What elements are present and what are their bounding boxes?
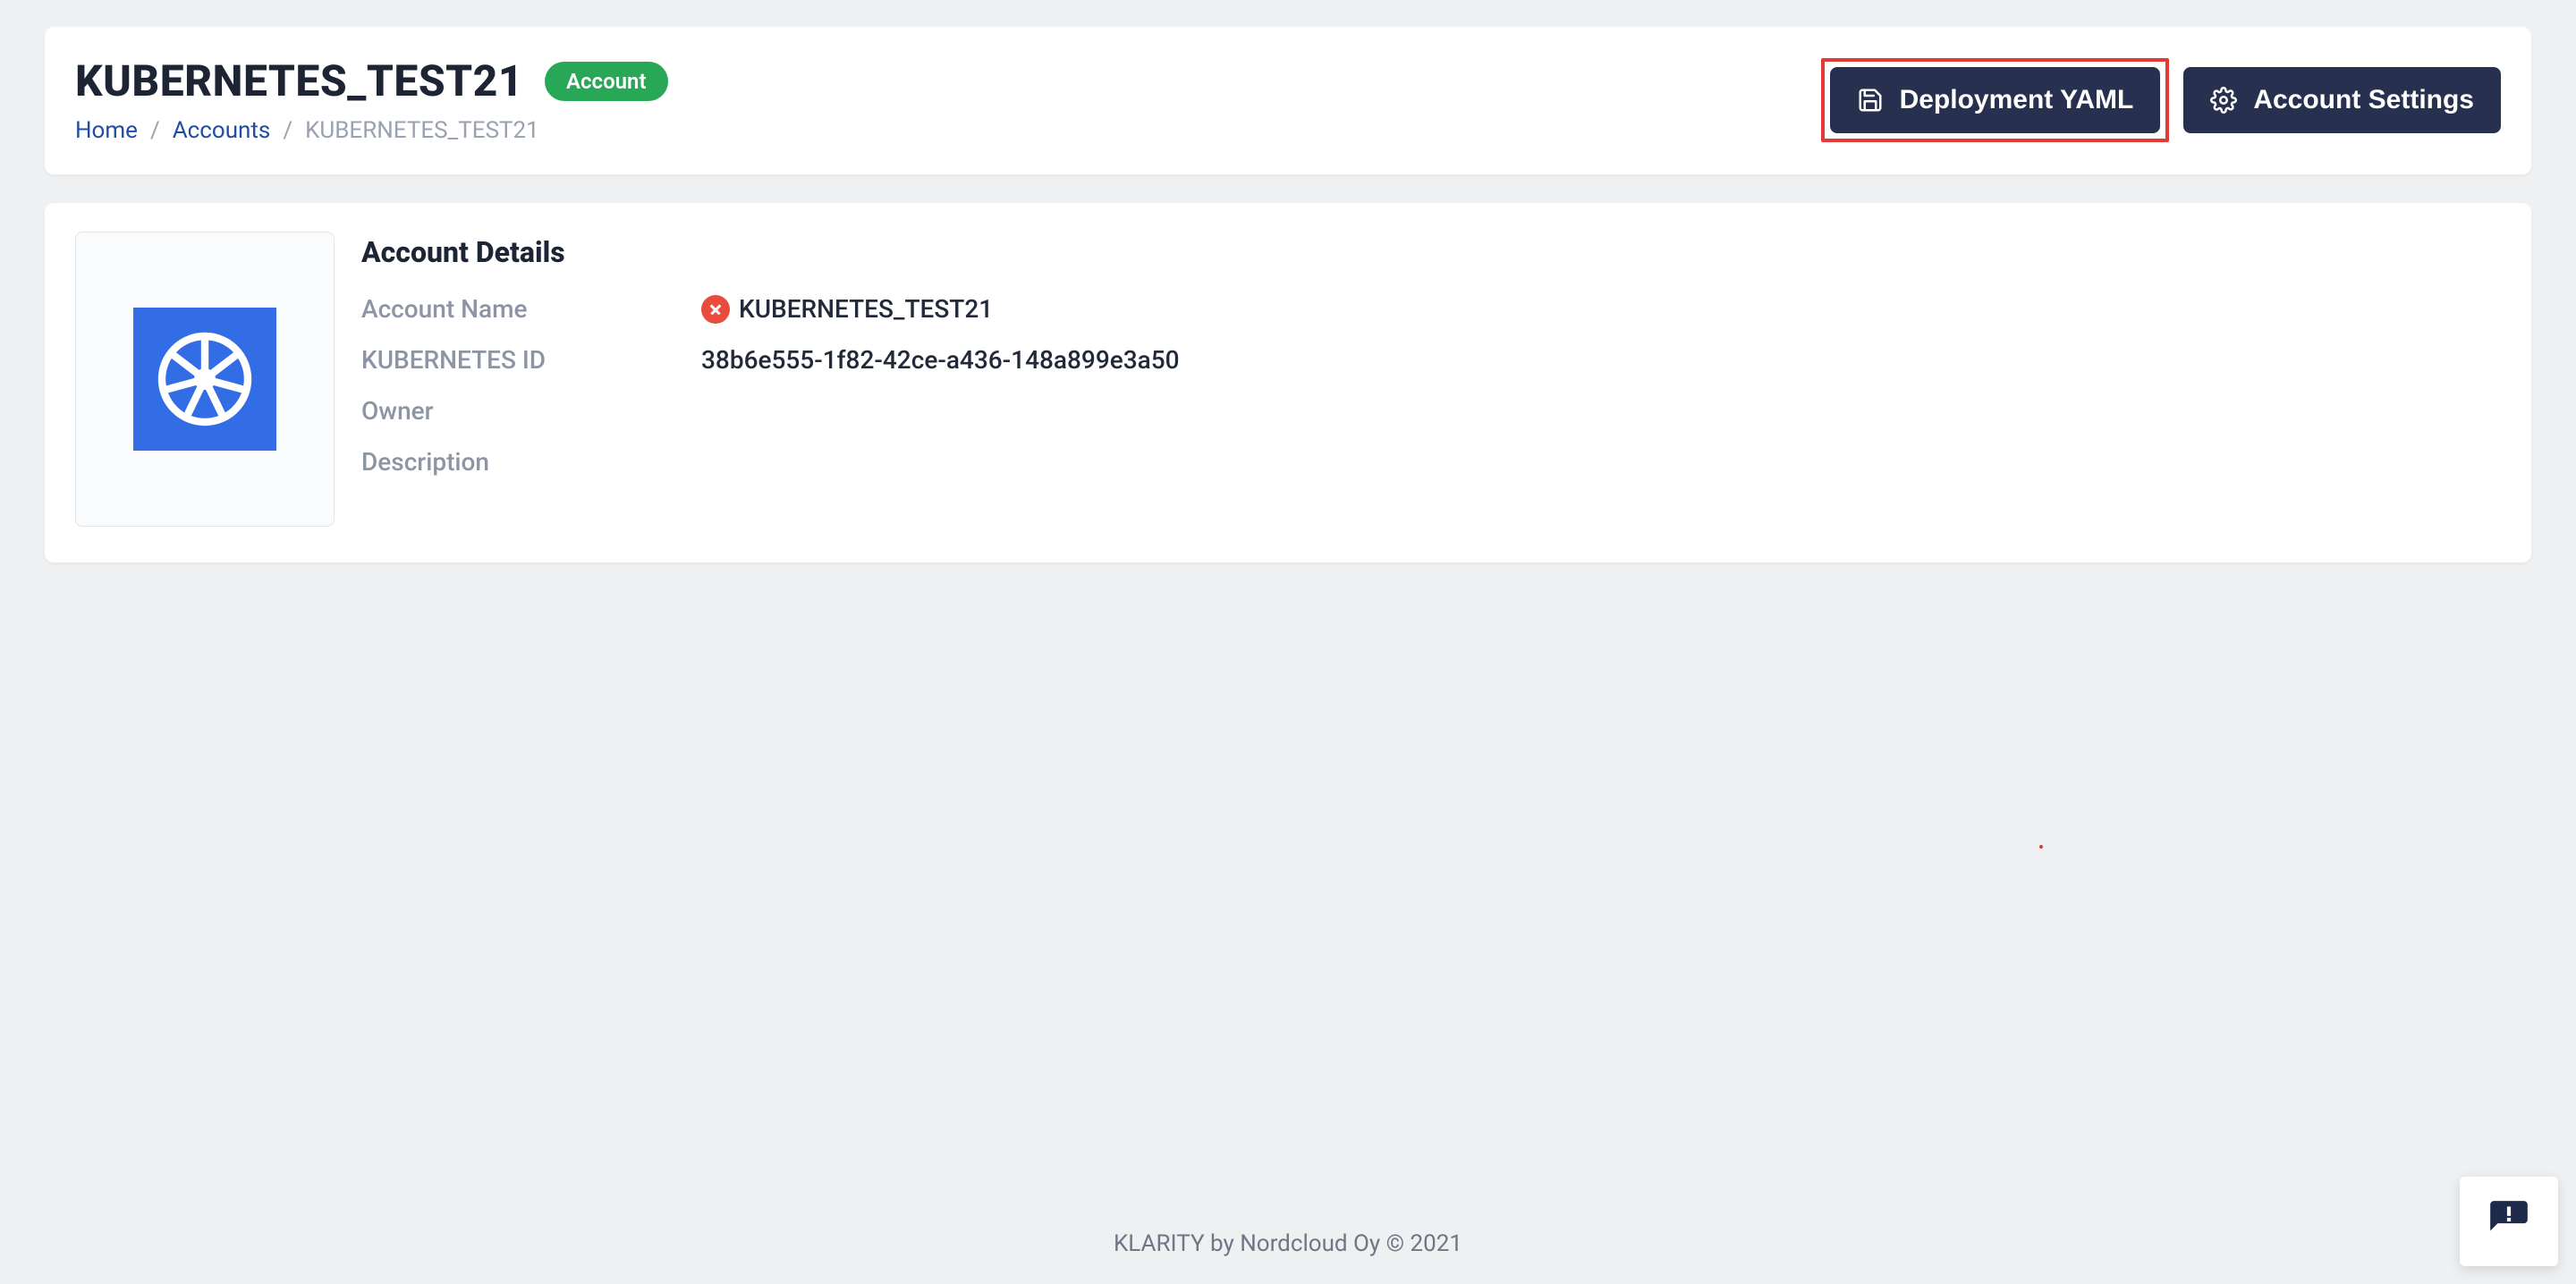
field-label: Owner	[361, 396, 701, 426]
section-heading: Account Details	[361, 235, 2501, 269]
title-row: KUBERNETES_TEST21 Account	[75, 55, 668, 106]
feedback-icon	[2487, 1197, 2531, 1246]
account-settings-button[interactable]: Account Settings	[2183, 67, 2501, 133]
account-settings-label: Account Settings	[2253, 85, 2474, 115]
provider-logo-box	[75, 232, 335, 527]
account-badge: Account	[545, 62, 668, 101]
kubernetes-logo-icon	[133, 308, 276, 451]
field-value: 38b6e555-1f82-42ce-a436-148a899e3a50	[701, 345, 1180, 375]
breadcrumb-separator: /	[283, 117, 292, 144]
details-body: Account Details Account Name KUBERNETES_…	[361, 232, 2501, 498]
account-name-value: KUBERNETES_TEST21	[739, 294, 993, 324]
breadcrumb-home[interactable]: Home	[75, 117, 138, 144]
field-row-account-name: Account Name KUBERNETES_TEST21	[361, 294, 2501, 324]
field-row-owner: Owner	[361, 396, 2501, 426]
field-label: Account Name	[361, 294, 701, 324]
field-row-description: Description	[361, 447, 2501, 477]
breadcrumb-accounts[interactable]: Accounts	[173, 117, 271, 144]
gear-icon	[2210, 87, 2237, 114]
field-value: KUBERNETES_TEST21	[701, 294, 993, 324]
deployment-yaml-button[interactable]: Deployment YAML	[1830, 67, 2161, 133]
field-label: Description	[361, 447, 701, 477]
page-title: KUBERNETES_TEST21	[75, 55, 523, 106]
details-card: Account Details Account Name KUBERNETES_…	[45, 203, 2531, 562]
breadcrumb: Home / Accounts / KUBERNETES_TEST21	[75, 117, 668, 144]
deployment-yaml-label: Deployment YAML	[1900, 85, 2134, 115]
header-left: KUBERNETES_TEST21 Account Home / Account…	[75, 55, 668, 144]
header-card: KUBERNETES_TEST21 Account Home / Account…	[45, 27, 2531, 174]
field-label: KUBERNETES ID	[361, 345, 701, 375]
stray-marker-icon	[2039, 845, 2043, 849]
header-actions: Deployment YAML Account Settings	[1821, 58, 2501, 142]
feedback-widget-button[interactable]	[2460, 1177, 2558, 1266]
breadcrumb-current: KUBERNETES_TEST21	[305, 117, 539, 144]
status-error-icon	[701, 295, 730, 324]
highlight-annotation: Deployment YAML	[1821, 58, 2170, 142]
save-icon	[1857, 87, 1884, 114]
footer-text: KLARITY by Nordcloud Oy © 2021	[45, 1123, 2531, 1284]
breadcrumb-separator: /	[150, 117, 160, 144]
field-row-kubernetes-id: KUBERNETES ID 38b6e555-1f82-42ce-a436-14…	[361, 345, 2501, 375]
